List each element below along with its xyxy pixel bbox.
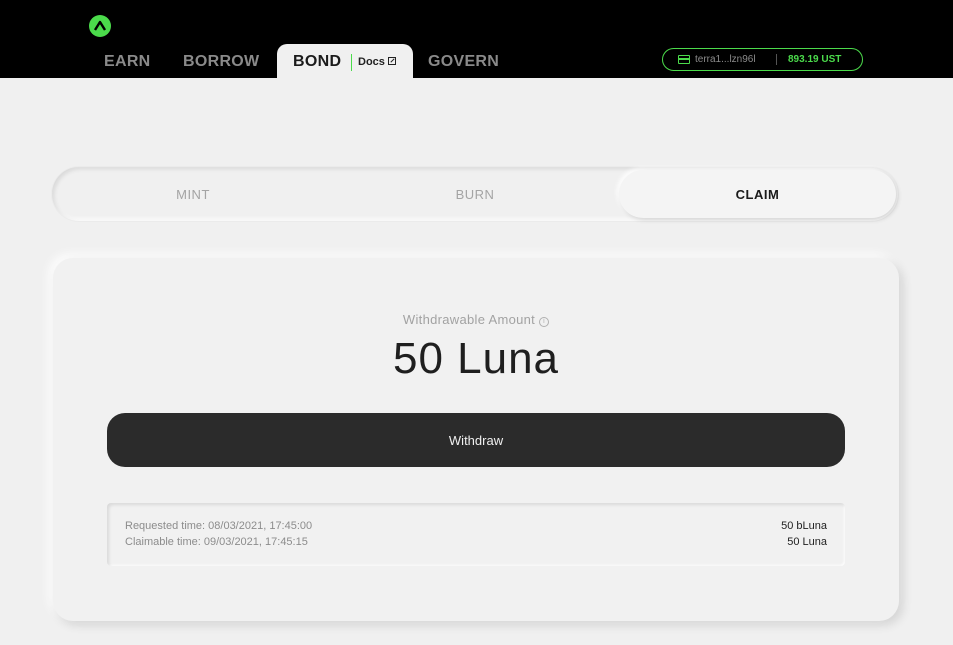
withdrawable-amount: 50 Luna	[392, 334, 560, 383]
info-icon[interactable]: i	[539, 317, 550, 327]
wallet-button[interactable]: terra1...lzn96l 893.19 UST	[662, 48, 863, 71]
wallet-divider	[776, 54, 777, 65]
requested-time: Requested time: 08/03/2021, 17:45:00	[125, 520, 313, 532]
claimable-time: Claimable time: 09/03/2021, 17:45:15	[125, 536, 308, 548]
nav-borrow[interactable]: BORROW	[183, 44, 259, 78]
tab-claim[interactable]: CLAIM	[619, 170, 896, 218]
docs-label: Docs	[358, 56, 385, 68]
docs-link[interactable]: Docs	[358, 44, 396, 80]
nav-divider	[351, 54, 352, 71]
anchor-logo-icon[interactable]	[89, 15, 111, 37]
bluna-amount: 50 bLuna	[781, 520, 827, 532]
wallet-icon	[678, 55, 690, 64]
tab-burn[interactable]: BURN	[334, 167, 616, 221]
tab-mint[interactable]: MINT	[52, 167, 334, 221]
nav-earn[interactable]: EARN	[104, 44, 151, 78]
luna-amount: 50 Luna	[787, 536, 827, 548]
nav-bond[interactable]: BOND Docs	[277, 44, 413, 78]
nav-govern[interactable]: GOVERN	[428, 44, 499, 78]
nav-bond-label: BOND	[293, 53, 342, 70]
withdrawable-label: Withdrawable Amount i	[53, 312, 899, 327]
external-link-icon	[387, 57, 396, 65]
withdraw-history: Requested time: 08/03/2021, 17:45:00 Cla…	[107, 503, 845, 566]
withdrawable-label-text: Withdrawable Amount	[402, 312, 536, 327]
top-bar: EARN BORROW BOND Docs GOVERN terra1...lz…	[0, 0, 953, 78]
bond-tabs: MINT BURN CLAIM	[52, 167, 898, 221]
wallet-address: terra1...lzn96l	[695, 54, 756, 65]
claim-card: Withdrawable Amount i 50 Luna Withdraw Re…	[53, 258, 899, 621]
wallet-balance: 893.19 UST	[788, 54, 842, 65]
withdraw-button[interactable]: Withdraw	[107, 413, 845, 467]
